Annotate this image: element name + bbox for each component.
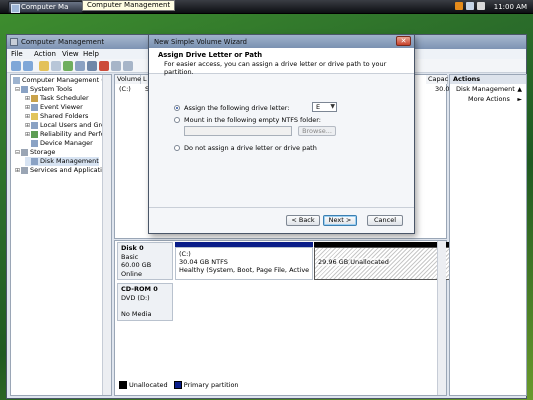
- services-icon: [21, 166, 28, 174]
- disk-size: 60.00 GB: [121, 261, 152, 269]
- clock[interactable]: 11:00 AM: [494, 3, 527, 11]
- disk-name: Disk 0: [121, 244, 144, 252]
- close-icon[interactable]: ✕: [396, 36, 411, 46]
- tree-item-shared-folders[interactable]: ⊞ Shared Folders: [25, 112, 88, 121]
- wizard-titlebar[interactable]: New Simple Volume Wizard ✕: [149, 35, 414, 48]
- disk-management-icon: [31, 157, 38, 165]
- properties-icon[interactable]: [63, 61, 73, 71]
- tree-item-event-viewer[interactable]: ⊞ Event Viewer: [25, 103, 83, 112]
- chevron-down-icon: ▼: [330, 103, 335, 110]
- tree-item-local-users-and-groups[interactable]: ⊞ Local Users and Groups: [25, 121, 111, 130]
- folder-up-icon[interactable]: [39, 61, 49, 71]
- device-manager-icon: [31, 139, 38, 147]
- event-viewer-icon: [31, 103, 38, 111]
- tree-item-system-tools[interactable]: ⊟ System Tools: [15, 85, 72, 94]
- users-icon: [31, 121, 38, 129]
- back-arrow-icon[interactable]: [11, 61, 21, 71]
- label-no-drive-letter: Do not assign a drive letter or drive pa…: [184, 144, 317, 152]
- storage-icon: [21, 148, 28, 156]
- app-icon: [10, 38, 18, 46]
- radio-no-drive-letter[interactable]: [174, 145, 180, 151]
- action-more-actions[interactable]: More Actions ►: [450, 95, 526, 104]
- partition-c[interactable]: (C:) 30.04 GB NTFS Healthy (System, Boot…: [175, 247, 313, 280]
- clock-icon: [31, 94, 38, 102]
- wizard-title: New Simple Volume Wizard: [154, 38, 247, 46]
- cancel-button[interactable]: Cancel: [367, 215, 403, 226]
- drive-letter-select[interactable]: E ▼: [312, 102, 337, 112]
- triangle-up-icon[interactable]: ▲: [517, 85, 522, 94]
- column-header-volume[interactable]: Volume: [115, 75, 141, 84]
- taskbar-button-computer-management[interactable]: Computer Ma: [8, 1, 83, 13]
- wizard-heading: Assign Drive Letter or Path: [158, 51, 263, 59]
- partition-unallocated[interactable]: 29.96 GB Unallocated: [314, 247, 451, 280]
- column-header-capacity[interactable]: Capac: [426, 75, 448, 84]
- radio-assign-drive-letter[interactable]: [174, 105, 180, 111]
- tree-item-storage[interactable]: ⊟ Storage: [15, 148, 55, 157]
- tree-item-services-and-applications[interactable]: ⊞ Services and Applications: [15, 166, 111, 175]
- cdrom-type: DVD (D:): [121, 293, 150, 302]
- disk-type: Basic: [121, 252, 139, 261]
- forward-arrow-icon[interactable]: [23, 61, 33, 71]
- wizard-subheading: For easier access, you can assign a driv…: [164, 60, 387, 76]
- chevron-right-icon: ►: [517, 96, 522, 103]
- radio-mount-ntfs-folder[interactable]: [174, 117, 180, 123]
- taskbar: Computer Ma Computer Management 11:00 AM: [0, 0, 533, 14]
- label-mount-ntfs-folder: Mount in the following empty NTFS folder…: [184, 116, 321, 124]
- tree-item-disk-management[interactable]: Disk Management: [25, 157, 99, 166]
- shared-folder-icon: [31, 112, 38, 120]
- tree-item-reliability-and-performance[interactable]: ⊞ Reliability and Performa: [25, 130, 111, 139]
- show-hide-tree-icon[interactable]: [51, 61, 61, 71]
- cd-rom-0-header[interactable]: CD-ROM 0 DVD (D:) No Media: [117, 283, 173, 321]
- computer-icon: [13, 76, 20, 84]
- performance-icon: [31, 130, 38, 138]
- volume-cell: (C:): [119, 85, 131, 93]
- disk-legend: Unallocated Primary partition: [119, 381, 239, 389]
- help-icon[interactable]: [75, 61, 85, 71]
- browse-button[interactable]: Browse...: [298, 126, 336, 136]
- menu-help[interactable]: Help: [83, 50, 99, 58]
- label-assign-drive-letter: Assign the following drive letter:: [184, 104, 290, 112]
- shield-icon[interactable]: [455, 2, 463, 10]
- back-button[interactable]: < Back: [286, 215, 320, 226]
- actions-pane: Actions Disk Management ▲ More Actions ►: [449, 74, 527, 396]
- cdrom-name: CD-ROM 0: [121, 285, 158, 293]
- window-title: Computer Management: [21, 38, 105, 46]
- view-icon[interactable]: [87, 61, 97, 71]
- disk-status: Online: [121, 269, 142, 278]
- unallocated-swatch: [119, 381, 127, 389]
- actions-section-disk-management[interactable]: Disk Management ▲: [450, 85, 526, 94]
- tree-item-task-scheduler[interactable]: ⊞ Task Scheduler: [25, 94, 89, 103]
- tree-item-computer-management[interactable]: Computer Management (Local: [13, 76, 111, 85]
- wizard-header: Assign Drive Letter or Path For easier a…: [149, 48, 414, 76]
- volume-icon[interactable]: [477, 2, 485, 10]
- refresh-icon[interactable]: [111, 61, 121, 71]
- actions-header: Actions: [450, 75, 526, 84]
- tools-icon: [21, 85, 28, 93]
- menu-action[interactable]: Action: [34, 50, 56, 58]
- disk-0-header[interactable]: Disk 0 Basic 60.00 GB Online: [117, 242, 173, 280]
- tree-scrollbar[interactable]: [102, 75, 111, 395]
- ntfs-folder-path-input[interactable]: [184, 126, 292, 136]
- computer-management-icon: [11, 4, 20, 13]
- wizard-separator: [149, 207, 414, 208]
- disk-map: Disk 0 Basic 60.00 GB Online (C:) 30.04 …: [114, 240, 451, 396]
- tree-item-device-manager[interactable]: Device Manager: [25, 139, 93, 148]
- taskbar-tooltip: Computer Management: [82, 0, 176, 11]
- primary-partition-swatch: [173, 381, 182, 389]
- system-tray: 11:00 AM: [453, 0, 533, 14]
- new-simple-volume-wizard: New Simple Volume Wizard ✕ Assign Drive …: [148, 34, 415, 234]
- disk-map-scrollbar[interactable]: [437, 241, 446, 395]
- delete-icon[interactable]: [99, 61, 109, 71]
- table-row[interactable]: (C:) Si 30.04: [119, 85, 454, 93]
- network-icon[interactable]: [466, 2, 474, 10]
- next-button[interactable]: Next >: [323, 215, 357, 226]
- cdrom-status: No Media: [121, 310, 152, 318]
- menu-view[interactable]: View: [62, 50, 79, 58]
- menu-file[interactable]: File: [11, 50, 23, 58]
- export-icon[interactable]: [123, 61, 133, 71]
- console-tree: Computer Management (Local ⊟ System Tools…: [10, 74, 112, 396]
